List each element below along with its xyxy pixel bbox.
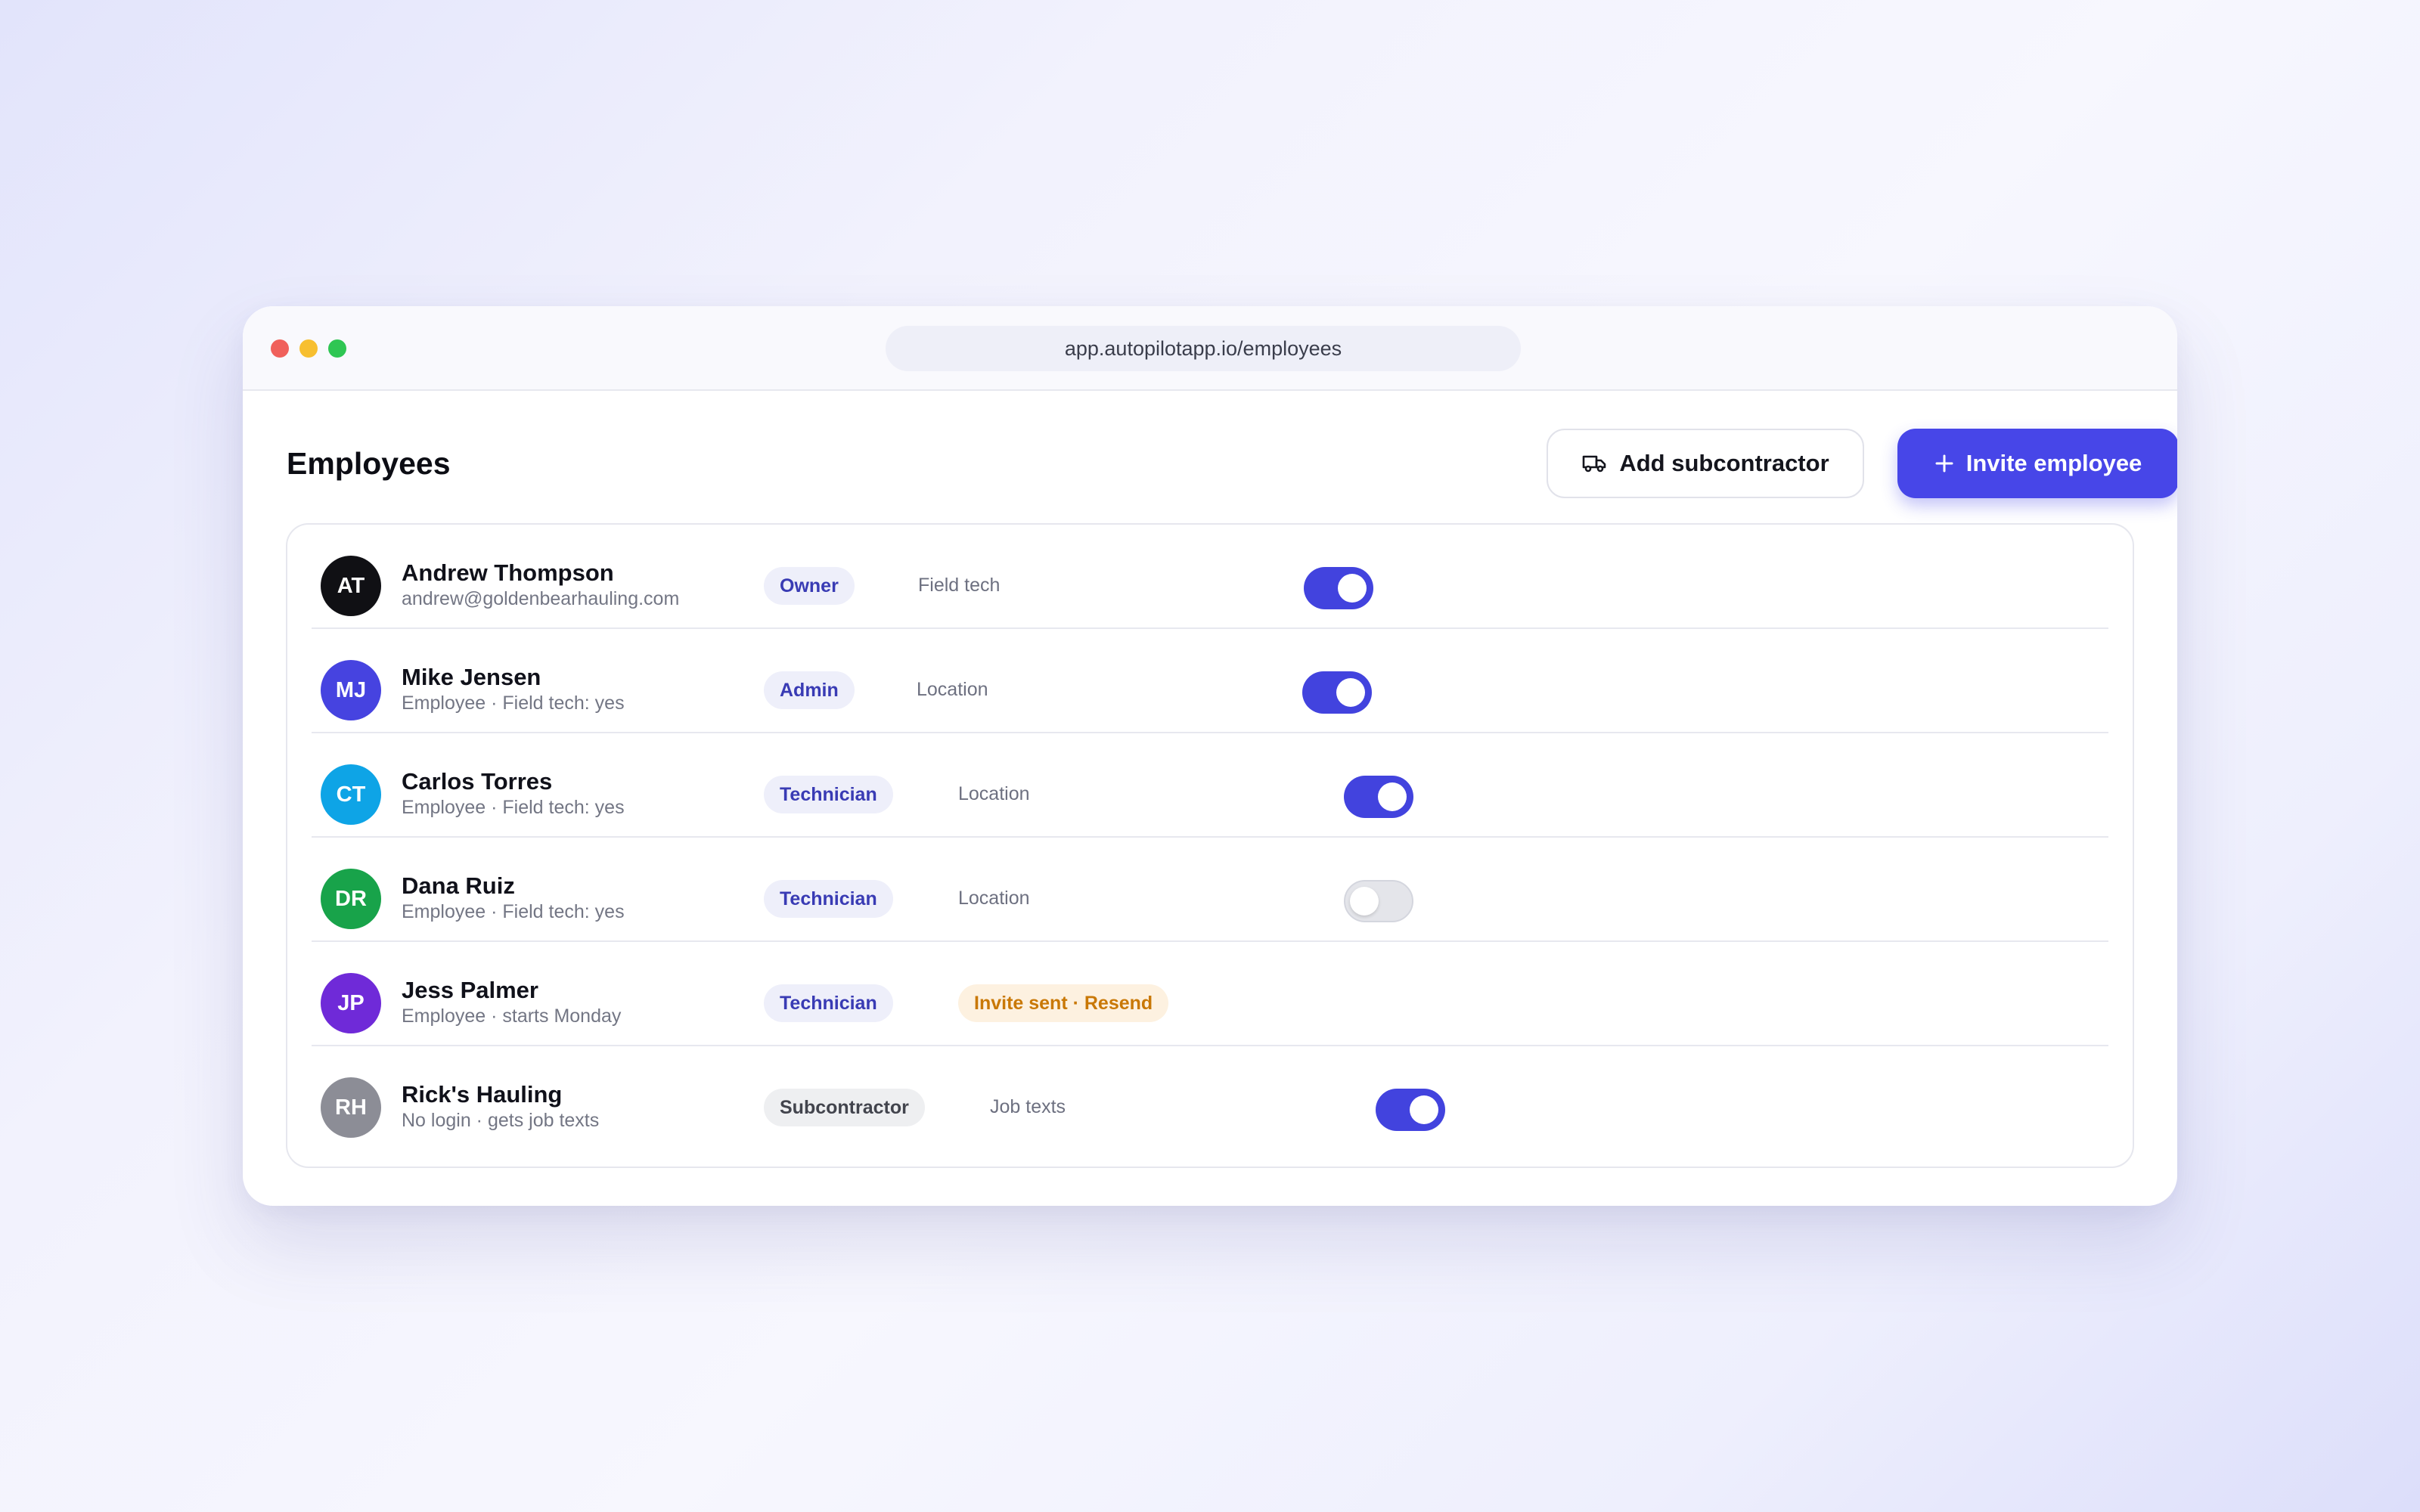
toggle-knob — [1338, 574, 1367, 603]
avatar: CT — [321, 764, 381, 825]
plus-icon — [1934, 454, 1954, 473]
close-window-dot[interactable] — [271, 339, 289, 358]
role-badge: Owner — [764, 567, 855, 605]
maximize-window-dot[interactable] — [328, 339, 346, 358]
employee-subtitle: Employee · Field tech: yes — [402, 797, 625, 818]
employee-row[interactable]: AT Andrew Thompson andrew@goldenbearhaul… — [312, 525, 2108, 629]
role-badge: Technician — [764, 880, 893, 918]
toggle-knob — [1336, 678, 1365, 707]
avatar: MJ — [321, 660, 381, 720]
location-label: Location — [958, 783, 1030, 804]
toggle-knob — [1410, 1095, 1438, 1124]
role-badge: Technician — [764, 776, 893, 813]
role-badge: Technician — [764, 984, 893, 1022]
employee-row[interactable]: DR Dana Ruiz Employee · Field tech: yes … — [312, 838, 2108, 942]
location-toggle[interactable] — [1302, 671, 1372, 714]
employee-subtitle: Employee · starts Monday — [402, 1005, 622, 1027]
avatar: RH — [321, 1077, 381, 1138]
employee-subtitle: andrew@goldenbearhauling.com — [402, 588, 680, 609]
employee-name: Carlos Torres — [402, 768, 553, 795]
location-label: Location — [958, 888, 1030, 909]
avatar: JP — [321, 973, 381, 1033]
minimize-window-dot[interactable] — [299, 339, 318, 358]
invite-employee-button[interactable]: Invite employee — [1897, 429, 2177, 498]
employee-row[interactable]: CT Carlos Torres Employee · Field tech: … — [312, 733, 2108, 838]
address-bar[interactable]: app.autopilotapp.io/employees — [886, 326, 1521, 371]
employee-subtitle: No login · gets job texts — [402, 1110, 600, 1131]
toggle-knob — [1350, 887, 1379, 916]
job-texts-label: Job texts — [990, 1096, 1066, 1117]
employee-subtitle: Employee · Field tech: yes — [402, 692, 625, 714]
location-toggle[interactable] — [1344, 776, 1413, 818]
employee-name: Jess Palmer — [402, 977, 538, 1003]
url-text: app.autopilotapp.io/employees — [1064, 336, 1342, 360]
employee-name: Andrew Thompson — [402, 559, 614, 586]
page-title: Employees — [287, 445, 451, 481]
role-badge: Admin — [764, 671, 855, 709]
field-tech-toggle[interactable] — [1304, 567, 1373, 609]
truck-icon — [1581, 453, 1607, 474]
employee-row[interactable]: MJ Mike Jensen Employee · Field tech: ye… — [312, 629, 2108, 733]
field-tech-label: Field tech — [918, 575, 1001, 596]
role-badge: Subcontractor — [764, 1089, 925, 1126]
invite-employee-label: Invite employee — [1965, 450, 2142, 476]
title-bar: app.autopilotapp.io/employees — [243, 306, 2177, 391]
employee-row[interactable]: RH Rick's Hauling No login · gets job te… — [312, 1046, 2108, 1151]
avatar: AT — [321, 556, 381, 616]
add-subcontractor-button[interactable]: Add subcontractor — [1547, 429, 1864, 498]
page-header: Employees Add subcontractor Invite emplo… — [287, 429, 2177, 498]
employee-subtitle: Employee · Field tech: yes — [402, 901, 625, 922]
employee-row[interactable]: JP Jess Palmer Employee · starts Monday … — [312, 942, 2108, 1046]
employee-name: Rick's Hauling — [402, 1081, 563, 1108]
avatar: DR — [321, 869, 381, 929]
toggle-knob — [1378, 782, 1407, 811]
employee-list: AT Andrew Thompson andrew@goldenbearhaul… — [286, 523, 2134, 1168]
employee-name: Mike Jensen — [402, 664, 541, 690]
invite-resend-badge[interactable]: Invite sent · Resend — [958, 984, 1169, 1022]
add-subcontractor-label: Add subcontractor — [1619, 450, 1829, 476]
browser-window: app.autopilotapp.io/employees Employees … — [243, 306, 2177, 1206]
location-label: Location — [917, 679, 988, 700]
location-toggle[interactable] — [1344, 880, 1413, 922]
job-texts-toggle[interactable] — [1376, 1089, 1445, 1131]
employee-name: Dana Ruiz — [402, 872, 515, 899]
